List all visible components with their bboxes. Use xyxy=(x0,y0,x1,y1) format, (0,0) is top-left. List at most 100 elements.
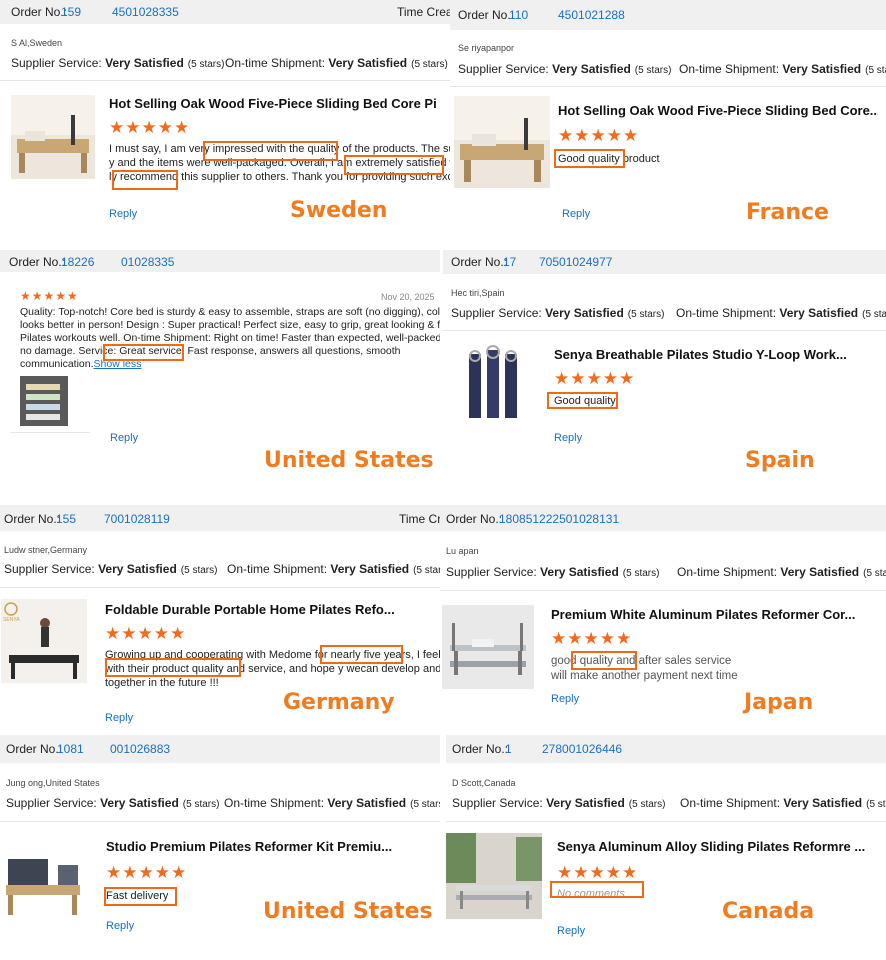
country-label: Spain xyxy=(745,448,815,473)
supplier-service-rating: Supplier Service: Very Satisfied (5 stars… xyxy=(451,306,665,320)
order-label: Order No.: xyxy=(458,8,515,22)
supplier-service-rating: Supplier Service: Very Satisfied (5 stars… xyxy=(6,796,220,810)
review-card-canada: Order No.: 1 278001026446 D Scott,Canada… xyxy=(446,735,886,940)
customer-name: Jung ong,United States xyxy=(6,778,100,788)
order-label: Order No.: xyxy=(446,512,503,526)
supplier-service-rating: Supplier Service: Very Satisfied (5 stars… xyxy=(452,796,666,810)
review-card-united-states-2: Order No.: 1081 001026883 Jung ong,Unite… xyxy=(0,735,440,940)
ontime-shipment-rating: On-time Shipment: Very Satisfied(5 stars… xyxy=(224,796,440,810)
star-rating: ★★★★★ xyxy=(554,369,636,388)
order-bar: Order No.: 18226 01028335 xyxy=(0,250,440,272)
review-text: Quality: Top-notch! Core bed is sturdy &… xyxy=(20,306,440,370)
product-title[interactable]: Senya Breathable Pilates Studio Y-Loop W… xyxy=(554,347,874,362)
order-number[interactable]: 159 xyxy=(61,5,81,19)
product-title[interactable]: Hot Selling Oak Wood Five-Piece Sliding … xyxy=(109,96,439,111)
ontime-shipment-rating: On-time Shipment: Very Satisfied(5 stars… xyxy=(676,306,886,320)
reply-link[interactable]: Reply xyxy=(554,432,582,444)
highlight-box xyxy=(104,887,177,906)
product-title[interactable]: Foldable Durable Portable Home Pilates R… xyxy=(105,602,435,617)
supplier-service-rating: Supplier Service: Very Satisfied (5 stars… xyxy=(458,62,672,76)
reply-link[interactable]: Reply xyxy=(551,693,579,705)
country-label: Sweden xyxy=(290,198,388,223)
ontime-shipment-rating: On-time Shipment: Very Satisfied(5 stars… xyxy=(227,562,440,576)
highlight-box xyxy=(547,392,618,409)
reply-link[interactable]: Reply xyxy=(562,208,590,220)
reply-link[interactable]: Reply xyxy=(106,920,134,932)
order-label: Order No.: xyxy=(9,255,66,269)
star-rating: ★★★★★ xyxy=(105,624,187,643)
order-label: Order No.: xyxy=(451,255,508,269)
order-number-tail[interactable]: 4501028335 xyxy=(112,5,179,19)
highlight-box xyxy=(550,881,644,898)
order-number-tail[interactable]: 4501021288 xyxy=(558,8,625,22)
review-card-spain: Order No.: 17 70501024977 Hec tiri,Spain… xyxy=(443,250,886,502)
product-title[interactable]: Hot Selling Oak Wood Five-Piece Sliding … xyxy=(558,103,878,118)
order-number[interactable]: 110 xyxy=(509,8,528,22)
supplier-service-rating: Supplier Service: Very Satisfied (5 stars… xyxy=(11,56,225,70)
country-label: United States xyxy=(263,899,433,924)
order-number-tail[interactable]: 7001028119 xyxy=(104,512,170,526)
customer-name: D Scott,Canada xyxy=(452,778,516,788)
review-card-japan: Order No.: 180851222501028131 Lu apan Su… xyxy=(440,505,886,735)
country-label: Germany xyxy=(283,690,395,715)
customer-name: Se riyapanpor xyxy=(458,43,515,53)
order-number-tail[interactable]: 001026883 xyxy=(110,742,170,756)
product-thumbnail[interactable] xyxy=(11,95,95,179)
product-title[interactable]: Senya Aluminum Alloy Sliding Pilates Ref… xyxy=(557,839,882,854)
order-number[interactable]: 18226 xyxy=(61,255,94,269)
review-photo[interactable] xyxy=(20,376,68,426)
review-date: Nov 20, 2025 xyxy=(381,292,435,302)
reply-link[interactable]: Reply xyxy=(109,208,137,220)
order-bar: Order No.: 159 4501028335 Time Create xyxy=(0,0,450,24)
highlight-box xyxy=(112,170,178,190)
supplier-service-rating: Supplier Service: Very Satisfied (5 stars… xyxy=(4,562,218,576)
ontime-shipment-rating: On-time Shipment: Very Satisfied(5 stars… xyxy=(677,565,886,579)
supplier-service-rating: Supplier Service: Very Satisfied (5 stars… xyxy=(446,565,660,579)
highlight-box xyxy=(571,651,637,670)
product-title[interactable]: Studio Premium Pilates Reformer Kit Prem… xyxy=(106,839,436,854)
order-number[interactable]: 1081 xyxy=(57,742,84,756)
order-number-tail[interactable]: 278001026446 xyxy=(542,742,622,756)
star-rating: ★★★★★ xyxy=(109,118,191,137)
order-number[interactable]: 1 xyxy=(505,742,512,756)
reply-link[interactable]: Reply xyxy=(110,432,138,444)
highlight-box xyxy=(103,344,184,361)
highlight-box xyxy=(320,645,403,664)
order-number-tail[interactable]: 01028335 xyxy=(121,255,174,269)
order-number[interactable]: 17 xyxy=(503,255,516,269)
customer-name: Hec tiri,Spain xyxy=(451,288,505,298)
order-bar: Order No.: 1 278001026446 xyxy=(446,735,886,763)
ontime-shipment-rating: On-time Shipment: Very Satisfied(5 stars… xyxy=(225,56,448,70)
highlight-box xyxy=(554,149,625,168)
order-number-tail[interactable]: 70501024977 xyxy=(539,255,612,269)
country-label: France xyxy=(746,200,829,225)
star-rating: ★★★★★ xyxy=(106,863,188,882)
review-card-france: Order No.: 110 4501021288 Se riyapanpor … xyxy=(450,0,886,248)
order-label: Order No.: xyxy=(4,512,61,526)
order-number[interactable]: 180851222501028131 xyxy=(499,512,619,526)
country-label: Canada xyxy=(722,899,815,924)
product-thumbnail[interactable] xyxy=(2,841,84,923)
review-card-united-states-1: Order No.: 18226 01028335 ★★★★★ Nov 20, … xyxy=(0,250,440,502)
product-thumbnail[interactable] xyxy=(442,605,534,689)
product-thumbnail[interactable] xyxy=(446,833,542,919)
product-title[interactable]: Premium White Aluminum Pilates Reformer … xyxy=(551,607,881,622)
product-thumbnail[interactable]: SENYA xyxy=(1,599,87,683)
customer-name: S Al,Sweden xyxy=(11,38,63,48)
star-rating: ★★★★★ xyxy=(551,629,633,648)
highlight-box xyxy=(344,155,444,175)
order-bar: Order No.: 1081 001026883 xyxy=(0,735,440,763)
time-created-label: Time Create xyxy=(397,5,450,19)
order-label: Order No.: xyxy=(11,5,68,19)
star-rating: ★★★★★ xyxy=(557,863,639,882)
star-rating: ★★★★★ xyxy=(558,126,640,145)
product-thumbnail[interactable] xyxy=(451,342,535,426)
order-bar: Order No.: 110 4501021288 xyxy=(450,0,886,30)
product-thumbnail[interactable] xyxy=(454,96,550,188)
order-number[interactable]: 155 xyxy=(56,512,76,526)
reply-link[interactable]: Reply xyxy=(557,925,585,937)
order-label: Order No.: xyxy=(6,742,63,756)
review-card-germany: Order No.: 155 7001028119 Time Cre Ludw … xyxy=(0,505,440,735)
order-label: Order No.: xyxy=(452,742,509,756)
reply-link[interactable]: Reply xyxy=(105,712,133,724)
